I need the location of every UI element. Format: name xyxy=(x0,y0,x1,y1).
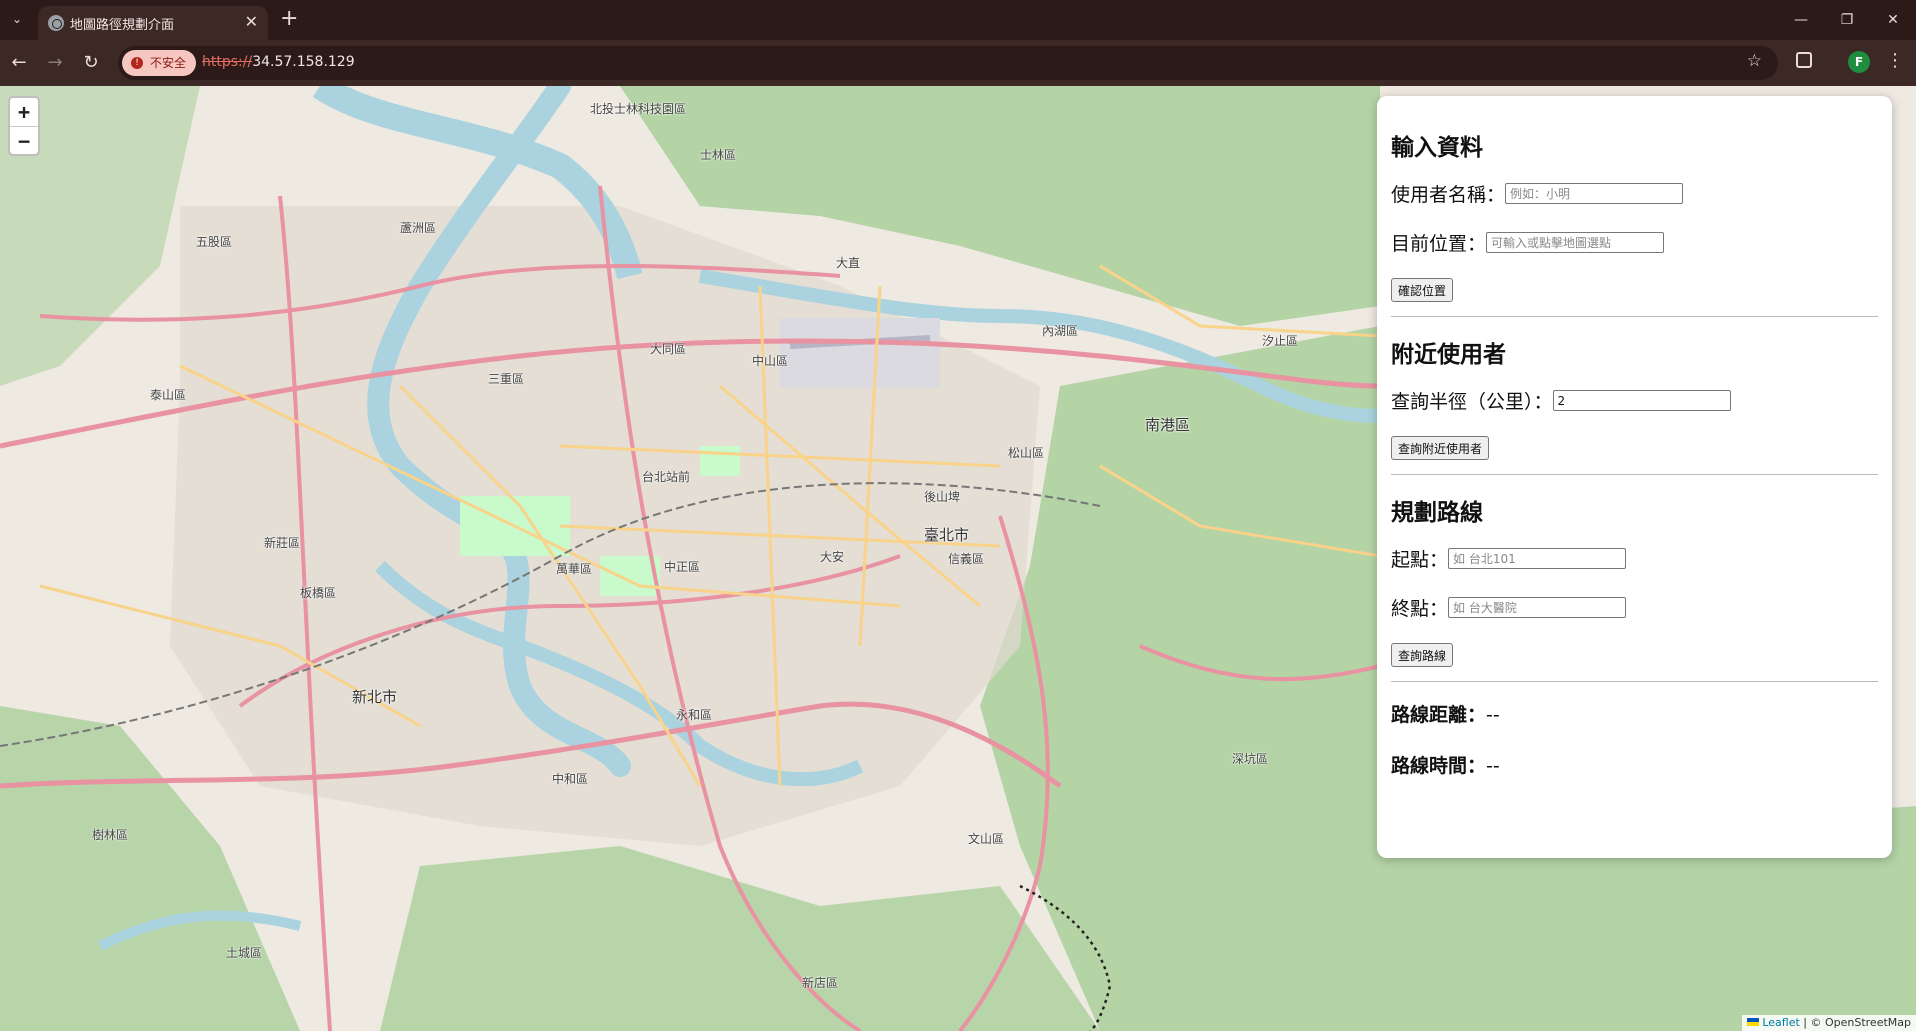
end-label: 終點： xyxy=(1391,598,1449,620)
divider xyxy=(1391,474,1878,475)
close-tab-icon[interactable]: ✕ xyxy=(245,12,258,31)
radius-input[interactable] xyxy=(1552,390,1731,411)
map-label: 大安 xyxy=(820,550,845,564)
tab-bar: ⌄ 地圖路徑規劃介面 ✕ + — ❐ ✕ xyxy=(0,0,1916,40)
start-input[interactable] xyxy=(1448,548,1627,569)
map-label: 土城區 xyxy=(226,946,263,960)
map-label: 深坑區 xyxy=(1232,752,1269,766)
map-label: 後山埤 xyxy=(924,490,961,504)
zoom-in-button[interactable]: + xyxy=(10,98,38,126)
restore-icon[interactable]: ❐ xyxy=(1824,8,1870,32)
username-row: 使用者名稱： xyxy=(1391,180,1878,207)
map-label: 士林區 xyxy=(700,148,737,162)
kebab-menu-icon[interactable]: ⋮ xyxy=(1886,50,1904,71)
ukraine-flag-icon xyxy=(1747,1018,1760,1026)
zoom-control: + − xyxy=(8,96,40,156)
tab-search-chevron-icon[interactable]: ⌄ xyxy=(6,8,28,30)
map-label: 新莊區 xyxy=(264,536,301,550)
map-label: 內湖區 xyxy=(1042,324,1079,338)
active-tab[interactable]: 地圖路徑規劃介面 ✕ xyxy=(38,6,268,40)
osm-attribution: | © OpenStreetMap xyxy=(1799,1016,1911,1029)
url-scheme: https:// xyxy=(202,54,253,70)
zoom-out-button[interactable]: − xyxy=(10,126,38,154)
map-label: 大同區 xyxy=(650,342,687,356)
time-label: 路線時間： xyxy=(1391,755,1487,777)
map-attribution: Leaflet | © OpenStreetMap xyxy=(1742,1015,1916,1031)
confirm-location-button[interactable]: 確認位置 xyxy=(1391,278,1454,302)
start-row: 起點： xyxy=(1391,545,1878,572)
browser-toolbar: ← → ↻ ! 不安全 https://34.57.158.129 ☆ F ⋮ xyxy=(0,40,1916,86)
map-label: 新店區 xyxy=(802,976,839,990)
radius-row: 查詢半徑（公里）： xyxy=(1391,387,1878,414)
username-input[interactable] xyxy=(1505,183,1684,204)
divider xyxy=(1391,316,1878,317)
end-row: 終點： xyxy=(1391,594,1878,621)
map-label: 臺北市 xyxy=(924,526,970,544)
map-label: 大直 xyxy=(836,256,861,270)
divider xyxy=(1391,681,1878,682)
route-distance: 路線距離：-- xyxy=(1391,700,1878,727)
distance-value: -- xyxy=(1486,704,1500,726)
map-label: 蘆洲區 xyxy=(400,221,437,235)
map-label: 北投士林科技園區 xyxy=(590,102,687,116)
nearby-section-title: 附近使用者 xyxy=(1391,342,1506,368)
radius-label: 查詢半徑（公里）： xyxy=(1391,391,1553,413)
map-label: 萬華區 xyxy=(556,562,593,576)
warning-icon: ! xyxy=(131,57,143,69)
map-label: 松山區 xyxy=(1008,446,1045,460)
reload-icon[interactable]: ↻ xyxy=(78,50,104,76)
location-input[interactable] xyxy=(1486,232,1665,253)
map-label: 信義區 xyxy=(948,552,985,566)
address-bar[interactable]: ! 不安全 https://34.57.158.129 ☆ xyxy=(118,46,1778,80)
time-value: -- xyxy=(1486,755,1500,777)
bookmark-star-icon[interactable]: ☆ xyxy=(1747,51,1762,71)
end-input[interactable] xyxy=(1448,597,1627,618)
map-label: 汐止區 xyxy=(1262,334,1299,348)
forward-icon[interactable]: → xyxy=(42,50,68,76)
map-label: 中山區 xyxy=(752,354,789,368)
map-label: 新北市 xyxy=(352,688,398,706)
map-label: 五股區 xyxy=(196,235,233,249)
map-label: 泰山區 xyxy=(150,388,187,402)
location-row: 目前位置： xyxy=(1391,229,1878,256)
map-label: 板橋區 xyxy=(300,586,337,600)
map-label: 三重區 xyxy=(488,372,525,386)
control-panel: 輸入資料 使用者名稱： 目前位置： 確認位置 附近使用者 查詢半徑（公里）： 查… xyxy=(1377,96,1892,858)
leaflet-link[interactable]: Leaflet xyxy=(1762,1016,1799,1029)
url-text[interactable]: https://34.57.158.129 xyxy=(202,54,355,70)
back-icon[interactable]: ← xyxy=(6,50,32,76)
location-label: 目前位置： xyxy=(1391,233,1487,255)
map-label: 永和區 xyxy=(676,708,713,722)
route-section-title: 規劃路線 xyxy=(1391,500,1483,526)
map-label: 台北站前 xyxy=(642,470,691,484)
start-label: 起點： xyxy=(1391,549,1449,571)
username-label: 使用者名稱： xyxy=(1391,184,1506,206)
new-tab-icon[interactable]: + xyxy=(280,6,298,32)
map-label: 樹林區 xyxy=(92,828,129,842)
query-route-button[interactable]: 查詢路線 xyxy=(1391,643,1454,667)
map-label: 文山區 xyxy=(968,832,1005,846)
input-section-title: 輸入資料 xyxy=(1391,135,1483,161)
map-label: 南港區 xyxy=(1145,416,1191,434)
tab-title: 地圖路徑規劃介面 xyxy=(70,18,175,33)
url-host: 34.57.158.129 xyxy=(252,54,355,70)
profile-avatar[interactable]: F xyxy=(1848,51,1870,73)
map-label: 中和區 xyxy=(552,772,589,786)
security-label: 不安全 xyxy=(150,56,187,70)
route-time: 路線時間：-- xyxy=(1391,751,1878,778)
close-window-icon[interactable]: ✕ xyxy=(1870,8,1916,32)
minimize-icon[interactable]: — xyxy=(1778,8,1824,32)
extensions-icon[interactable] xyxy=(1796,52,1812,68)
security-chip[interactable]: ! 不安全 xyxy=(122,50,197,76)
globe-icon xyxy=(48,15,64,31)
query-nearby-button[interactable]: 查詢附近使用者 xyxy=(1391,436,1490,460)
map-label: 中正區 xyxy=(664,560,701,574)
distance-label: 路線距離： xyxy=(1391,704,1487,726)
